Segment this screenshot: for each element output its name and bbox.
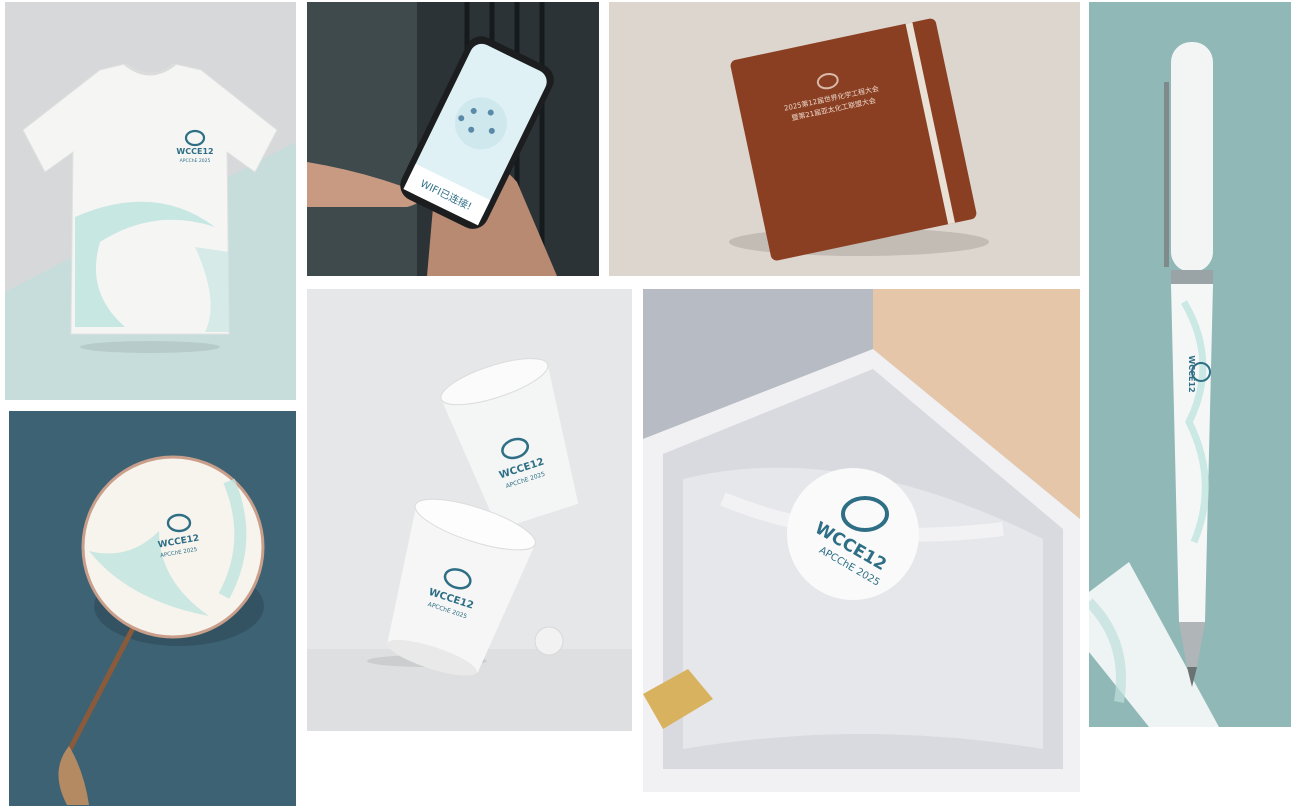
shirt-logo-subtitle: APCChE 2025: [180, 158, 211, 164]
tshirt-mockup: WCCE12 APCChE 2025: [5, 2, 296, 400]
cups-mockup: WCCE12 APCChE 2025 WCCE12 APCChE 2025: [307, 289, 632, 731]
phone-mockup: WIFI已连接!: [307, 2, 599, 276]
giftbox-mockup: WCCE12 APCChE 2025: [643, 289, 1080, 792]
pen-logo-wordmark: WCCE12: [1187, 355, 1196, 392]
pen-mockup: WCCE12: [1089, 2, 1291, 727]
fan-mockup: WCCE12 APCChE 2025: [9, 411, 296, 806]
shirt-logo-wordmark: WCCE12: [176, 147, 213, 156]
notebook-mockup: 2025第12届世界化学工程大会 暨第21届亚太化工联盟大会: [609, 2, 1080, 276]
